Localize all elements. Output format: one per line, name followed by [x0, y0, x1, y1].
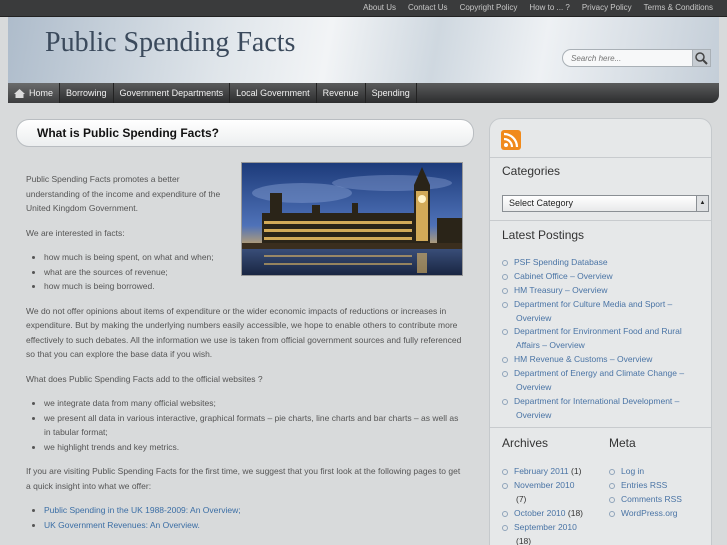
archive-link[interactable]: November 2010 (7) — [502, 479, 582, 506]
top-nav-contact[interactable]: Contact Us — [402, 0, 454, 17]
search-input[interactable] — [562, 49, 694, 67]
latest-post-link[interactable]: PSF Spending Database — [502, 256, 608, 270]
latest-post-link[interactable]: HM Revenue & Customs – Overview — [502, 353, 652, 367]
meta-link-entries-rss[interactable]: Entries RSS — [609, 479, 667, 493]
bullet-icon — [502, 398, 508, 405]
list-item: we highlight trends and key metrics. — [44, 440, 466, 455]
categories-heading: Categories — [502, 164, 561, 178]
top-nav-copyright[interactable]: Copyright Policy — [454, 0, 524, 17]
latest-post-link[interactable]: Department for International Development… — [502, 395, 697, 422]
archive-link[interactable]: September 2010 (18) — [502, 521, 582, 545]
archives-heading: Archives — [502, 436, 549, 450]
page-heading: What is Public Spending Facts? — [16, 119, 474, 147]
top-bar: About Us Contact Us Copyright Policy How… — [0, 0, 727, 17]
opinions-paragraph: We do not offer opinions about items of … — [26, 305, 462, 360]
bullet-icon — [609, 510, 615, 517]
category-select[interactable]: Select Category ▲ — [502, 195, 709, 212]
main-content: What is Public Spending Facts? — [16, 119, 474, 147]
latest-post-link[interactable]: Department for Culture Media and Sport –… — [502, 298, 692, 325]
divider — [490, 157, 711, 158]
list-item: how much is being borrowed. — [44, 279, 466, 294]
rss-icon[interactable] — [501, 130, 521, 150]
search-button[interactable] — [692, 49, 711, 67]
bullet-icon — [502, 301, 508, 308]
nav-government-departments[interactable]: Government Departments — [114, 83, 231, 103]
nav-spending[interactable]: Spending — [366, 83, 417, 103]
link-revenues-overview[interactable]: UK Government Revenues: An Overview. — [44, 520, 200, 530]
top-nav-terms[interactable]: Terms & Conditions — [638, 0, 719, 17]
nav-revenue[interactable]: Revenue — [317, 83, 366, 103]
top-nav-privacy[interactable]: Privacy Policy — [576, 0, 638, 17]
bullet-icon — [502, 273, 508, 280]
divider — [490, 427, 711, 428]
meta-link-login[interactable]: Log in — [609, 465, 644, 479]
list-item: Public Spending in the UK 1988-2009: An … — [44, 503, 466, 518]
bullet-icon — [502, 482, 508, 489]
adds-list: we integrate data from many official web… — [44, 396, 466, 454]
top-nav: About Us Contact Us Copyright Policy How… — [357, 0, 719, 17]
divider — [490, 220, 711, 221]
archive-link[interactable]: February 2011 (1) — [502, 465, 581, 479]
bullet-icon — [609, 496, 615, 503]
nav-local-government[interactable]: Local Government — [230, 83, 317, 103]
main-nav: Home Borrowing Government Departments Lo… — [8, 83, 719, 103]
intro-paragraph: Public Spending Facts promotes a better … — [26, 174, 221, 213]
bullet-icon — [502, 287, 508, 294]
adds-intro: What does Public Spending Facts add to t… — [26, 373, 263, 384]
overview-links: Public Spending in the UK 1988-2009: An … — [44, 503, 466, 532]
list-item: what are the sources of revenue; — [44, 265, 466, 280]
archive-link[interactable]: October 2010 (18) — [502, 507, 583, 521]
bullet-icon — [502, 259, 508, 266]
list-item: UK Government Revenues: An Overview. — [44, 518, 466, 533]
meta-link-wordpress[interactable]: WordPress.org — [609, 507, 678, 521]
home-icon — [14, 88, 25, 98]
list-item: we integrate data from many official web… — [44, 396, 466, 411]
chevron-down-icon: ▲ — [696, 196, 708, 211]
latest-post-link[interactable]: HM Treasury – Overview — [502, 284, 608, 298]
bullet-icon — [609, 482, 615, 489]
bullet-icon — [502, 356, 508, 363]
category-select-value: Select Category — [509, 198, 574, 208]
latest-post-link[interactable]: Cabinet Office – Overview — [502, 270, 613, 284]
link-spending-overview[interactable]: Public Spending in the UK 1988-2009: An … — [44, 505, 241, 515]
nav-home[interactable]: Home — [8, 83, 61, 103]
latest-post-link[interactable]: Department for Environment Food and Rura… — [502, 325, 692, 352]
site-title[interactable]: Public Spending Facts — [45, 27, 295, 59]
bullet-icon — [502, 510, 508, 517]
first-visit-paragraph: If you are visiting Public Spending Fact… — [26, 466, 461, 491]
latest-post-link[interactable]: Department of Energy and Climate Change … — [502, 367, 697, 394]
bullet-icon — [502, 328, 508, 335]
nav-home-label: Home — [29, 88, 54, 98]
facts-list: how much is being spent, on what and whe… — [44, 250, 466, 294]
latest-postings-heading: Latest Postings — [502, 228, 585, 242]
article-body: Public Spending Facts promotes a better … — [26, 172, 466, 542]
top-nav-howto[interactable]: How to ... ? — [523, 0, 575, 17]
sidebar: Categories Select Category ▲ Latest Post… — [489, 118, 712, 545]
bullet-icon — [609, 468, 615, 475]
list-item: how much is being spent, on what and whe… — [44, 250, 466, 265]
meta-heading: Meta — [609, 436, 636, 450]
bullet-icon — [502, 524, 508, 531]
bullet-icon — [502, 468, 508, 475]
top-nav-about[interactable]: About Us — [357, 0, 402, 17]
meta-link-comments-rss[interactable]: Comments RSS — [609, 493, 682, 507]
search-icon — [695, 52, 708, 65]
nav-borrowing[interactable]: Borrowing — [60, 83, 114, 103]
facts-intro: We are interested in facts: — [26, 227, 125, 238]
bullet-icon — [502, 370, 508, 377]
list-item: we present all data in various interacti… — [44, 411, 466, 440]
